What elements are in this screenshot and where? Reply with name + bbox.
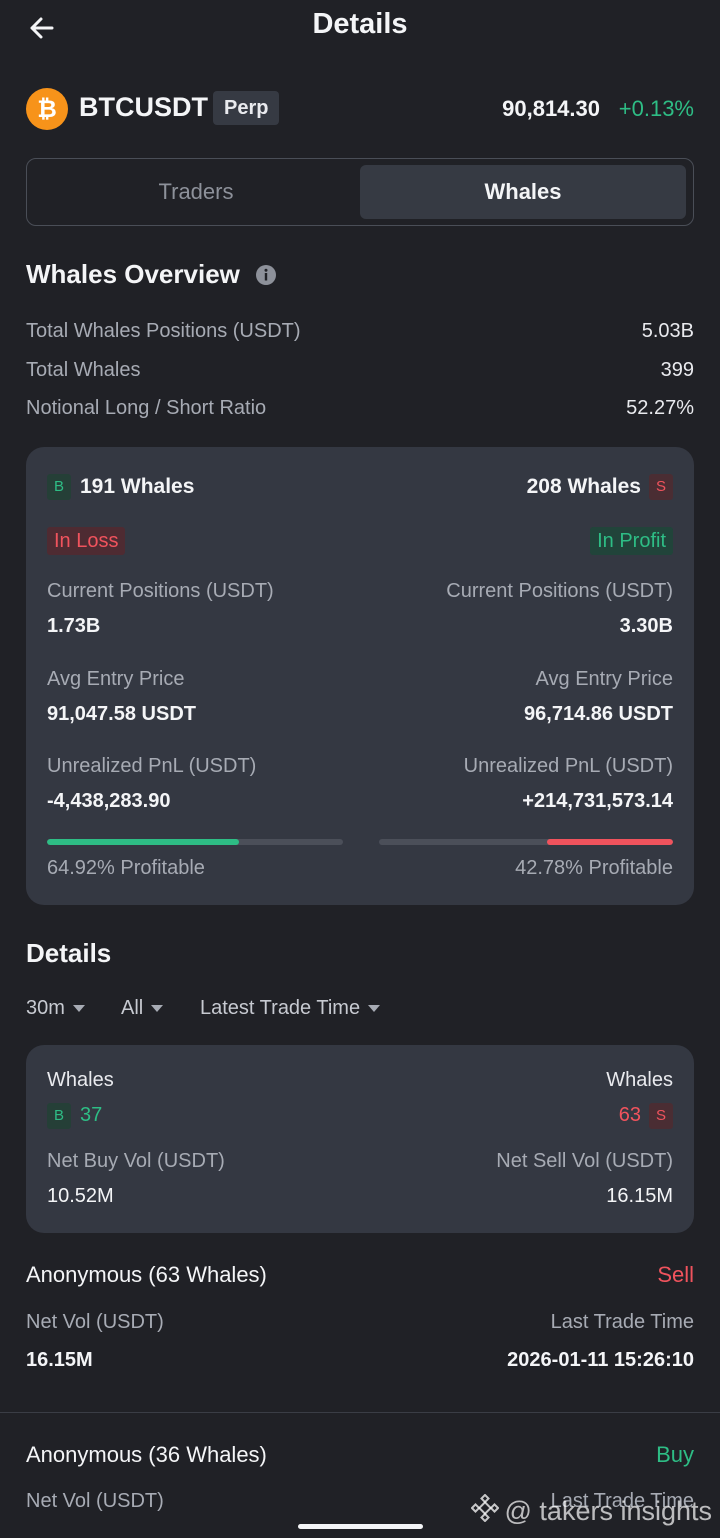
short-profitable-bar bbox=[379, 839, 673, 845]
buy-badge: B bbox=[47, 474, 71, 500]
entry-side: Buy bbox=[656, 1442, 694, 1467]
short-profitable-fill bbox=[547, 839, 673, 845]
last-price: 90,814.30 bbox=[502, 96, 600, 121]
side-filter-label: All bbox=[121, 997, 144, 1019]
sort-filter-label: Latest Trade Time bbox=[200, 997, 361, 1019]
long-pnl-value: -4,438,283.90 bbox=[47, 790, 171, 812]
contract-type-badge: Perp bbox=[213, 91, 280, 125]
entry-time-value: 2026-01-11 15:26:10 bbox=[507, 1349, 694, 1371]
whales-summary-card: B 191 Whales In Loss Current Positions (… bbox=[26, 447, 694, 905]
short-entry-label: Avg Entry Price bbox=[535, 668, 673, 690]
sell-whales-label: Whales bbox=[606, 1069, 673, 1091]
sort-filter[interactable]: Latest Trade Time bbox=[200, 997, 381, 1020]
details-title: Details bbox=[26, 938, 112, 968]
watermark-text: @ takers insights bbox=[504, 1496, 712, 1526]
net-sell-vol-value: 16.15M bbox=[606, 1185, 673, 1207]
long-profitable-text: 64.92% Profitable bbox=[47, 857, 205, 879]
sell-whales-count: 63 bbox=[618, 1104, 641, 1126]
short-pnl-value: +214,731,573.14 bbox=[522, 790, 673, 812]
long-entry-value: 91,047.58 USDT bbox=[47, 703, 196, 725]
short-whales-count: 208 Whales bbox=[526, 475, 641, 498]
entry-time-label: Last Trade Time bbox=[550, 1311, 694, 1333]
info-icon[interactable] bbox=[255, 264, 277, 286]
total-whales-label: Total Whales bbox=[26, 359, 141, 381]
entry-side: Sell bbox=[657, 1262, 694, 1287]
divider bbox=[0, 1412, 720, 1413]
long-entry-label: Avg Entry Price bbox=[47, 668, 185, 690]
chevron-down-icon bbox=[151, 1005, 164, 1012]
long-positions-label: Current Positions (USDT) bbox=[47, 580, 274, 602]
entry-net-vol-label: Net Vol (USDT) bbox=[26, 1311, 164, 1333]
entry-net-vol-label: Net Vol (USDT) bbox=[26, 1490, 164, 1512]
price-change: +0.13% bbox=[618, 96, 694, 121]
short-positions-label: Current Positions (USDT) bbox=[446, 580, 673, 602]
net-volume-card: Whales B 37 Net Buy Vol (USDT) 10.52M Wh… bbox=[26, 1045, 694, 1233]
entry-name: Anonymous (36 Whales) bbox=[26, 1442, 267, 1467]
long-positions-value: 1.73B bbox=[47, 615, 101, 637]
svg-text:₿: ₿ bbox=[37, 96, 57, 123]
net-sell-vol-label: Net Sell Vol (USDT) bbox=[496, 1150, 673, 1172]
long-profitable-bar bbox=[47, 839, 343, 845]
side-filter[interactable]: All bbox=[121, 997, 164, 1020]
segment-tabs: Traders Whales bbox=[26, 158, 694, 226]
overview-title: Whales Overview bbox=[26, 259, 240, 289]
net-buy-vol-value: 10.52M bbox=[47, 1185, 114, 1207]
sell-badge: S bbox=[649, 1103, 673, 1129]
long-profitable-fill bbox=[47, 839, 240, 845]
long-short-ratio-value: 52.27% bbox=[626, 397, 694, 419]
binance-icon bbox=[470, 1493, 499, 1529]
tab-whales[interactable]: Whales bbox=[360, 165, 686, 219]
home-indicator[interactable] bbox=[298, 1524, 423, 1529]
sell-badge: S bbox=[649, 474, 673, 500]
page-title: Details bbox=[312, 8, 408, 40]
short-profitable-text: 42.78% Profitable bbox=[515, 857, 673, 879]
short-entry-value: 96,714.86 USDT bbox=[524, 703, 673, 725]
buy-whales-count: 37 bbox=[80, 1104, 103, 1126]
buy-whales-label: Whales bbox=[47, 1069, 114, 1091]
long-pnl-label: Unrealized PnL (USDT) bbox=[47, 755, 257, 777]
short-pnl-label: Unrealized PnL (USDT) bbox=[463, 755, 673, 777]
watermark: @ takers insights bbox=[470, 1493, 712, 1529]
bitcoin-icon: ₿ bbox=[26, 88, 68, 130]
tab-traders[interactable]: Traders bbox=[33, 165, 359, 219]
timeframe-filter-label: 30m bbox=[26, 997, 65, 1019]
long-short-ratio-label: Notional Long / Short Ratio bbox=[26, 397, 267, 419]
entry-name: Anonymous (63 Whales) bbox=[26, 1262, 267, 1287]
chevron-down-icon bbox=[368, 1005, 381, 1012]
timeframe-filter[interactable]: 30m bbox=[26, 997, 85, 1020]
whale-entry[interactable]: Anonymous (63 Whales) Sell Net Vol (USDT… bbox=[0, 1250, 720, 1412]
total-positions-label: Total Whales Positions (USDT) bbox=[26, 320, 301, 342]
total-whales-value: 399 bbox=[660, 359, 694, 381]
entry-net-vol-value: 16.15M bbox=[26, 1349, 93, 1371]
long-whales-count: 191 Whales bbox=[80, 475, 195, 498]
total-positions-value: 5.03B bbox=[641, 320, 694, 342]
net-buy-vol-label: Net Buy Vol (USDT) bbox=[47, 1150, 225, 1172]
in-loss-tag: In Loss bbox=[47, 527, 126, 555]
buy-badge: B bbox=[47, 1103, 71, 1129]
symbol-name[interactable]: BTCUSDT bbox=[79, 92, 208, 123]
in-profit-tag: In Profit bbox=[590, 527, 673, 555]
chevron-down-icon bbox=[72, 1005, 85, 1012]
short-positions-value: 3.30B bbox=[619, 615, 673, 637]
